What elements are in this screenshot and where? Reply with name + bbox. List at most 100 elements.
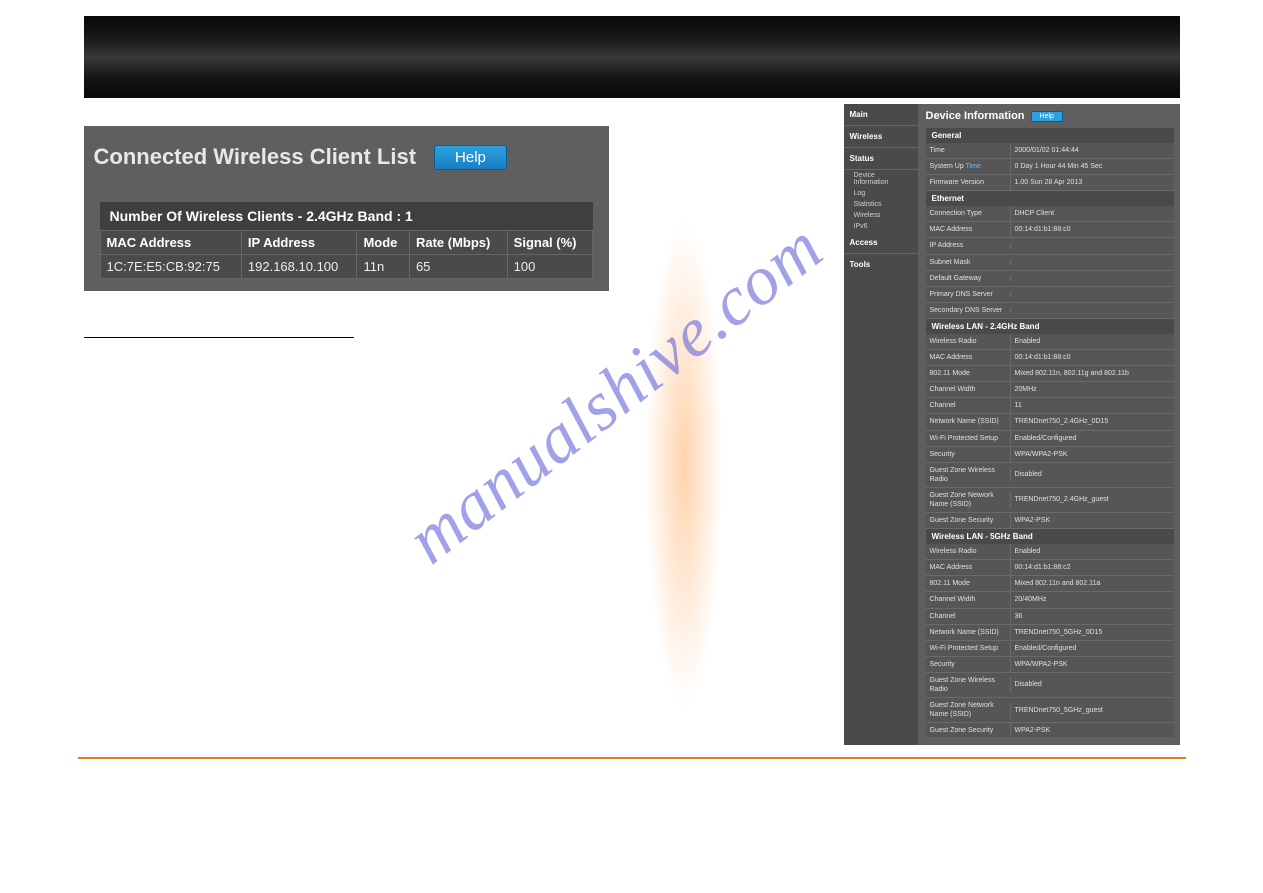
info-value: 00:14:d1:b1:88:c0 [1010,222,1174,237]
info-value: TRENDnet750_2.4GHz_0D15 [1010,414,1174,429]
info-label: Wireless Radio [926,334,1010,349]
info-value: WPA/WPA2-PSK [1010,657,1174,672]
cell-ip: 192.168.10.100 [241,255,357,279]
info-label: Secondary DNS Server [926,303,1010,318]
info-label: Wi-Fi Protected Setup [926,431,1010,446]
left-column: Connected Wireless Client List Help Numb… [84,126,609,338]
info-label: Security [926,447,1010,462]
sidebar-subitem[interactable]: Statistics [844,199,918,210]
sidebar-item-tools[interactable]: Tools [844,254,918,275]
info-label: Guest Zone Network Name (SSID) [926,698,1010,722]
info-value: 2000/01/02 01:44:44 [1010,143,1174,158]
info-row: Subnet Mask [926,255,1174,271]
info-value [1010,243,1174,249]
sidebar-subitem[interactable]: IPv6 [844,221,918,232]
info-row: Time2000/01/02 01:44:44 [926,143,1174,159]
info-label: Channel [926,609,1010,624]
right-panel-title: Device Information [926,110,1025,122]
info-label: Channel Width [926,592,1010,607]
info-label: System Up Time [926,159,1010,174]
sidebar-item-main[interactable]: Main [844,104,918,126]
info-value: Mixed 802.11n and 802.11a [1010,576,1174,591]
info-row: Channel36 [926,609,1174,625]
info-label: Wi-Fi Protected Setup [926,641,1010,656]
info-row: Primary DNS Server [926,287,1174,303]
sidebar-item-status[interactable]: Status [844,148,918,170]
info-label: MAC Address [926,560,1010,575]
footer-divider [78,757,1186,759]
sidebar-subitem[interactable]: Wireless [844,210,918,221]
info-row: Wi-Fi Protected SetupEnabled/Configured [926,431,1174,447]
info-label: Primary DNS Server [926,287,1010,302]
info-label: Subnet Mask [926,255,1010,270]
help-button[interactable]: Help [434,145,507,170]
help-button[interactable]: Help [1031,111,1063,122]
col-ip: IP Address [241,231,357,255]
info-label: MAC Address [926,350,1010,365]
info-row: 802.11 ModeMixed 802.11n and 802.11a [926,576,1174,592]
info-row: Wireless RadioEnabled [926,544,1174,560]
info-row: 802.11 ModeMixed 802.11n, 802.11g and 80… [926,366,1174,382]
info-label: Guest Zone Security [926,513,1010,528]
info-label: Guest Zone Network Name (SSID) [926,488,1010,512]
info-label: Firmware Version [926,175,1010,190]
info-value: 11 [1010,398,1174,413]
col-mode: Mode [357,231,409,255]
sidebar-nav: Main Wireless Status Device InformationL… [844,104,918,745]
info-row: Wireless RadioEnabled [926,334,1174,350]
info-row: Default Gateway [926,271,1174,287]
info-row: Wi-Fi Protected SetupEnabled/Configured [926,641,1174,657]
cell-signal: 100 [507,255,592,279]
info-value: 20/40MHz [1010,592,1174,607]
right-column: Main Wireless Status Device InformationL… [844,104,1180,745]
section-header: Ethernet [926,191,1174,206]
info-label: Security [926,657,1010,672]
info-value: WPA2-PSK [1010,513,1174,528]
cell-mode: 11n [357,255,409,279]
info-value: TRENDnet750_5GHz_guest [1010,703,1174,718]
device-info-panel: Main Wireless Status Device InformationL… [844,104,1180,745]
info-row: Guest Zone Network Name (SSID)TRENDnet75… [926,698,1174,723]
left-inner: Number Of Wireless Clients - 2.4GHz Band… [84,184,609,279]
sidebar-item-wireless[interactable]: Wireless [844,126,918,148]
right-title-row: Device Information Help [926,110,1174,122]
header-banner [84,16,1180,98]
band-header: Number Of Wireless Clients - 2.4GHz Band… [100,202,593,230]
label-link[interactable]: Time [966,163,981,170]
center-glow [624,104,744,824]
info-value: 0 Day 1 Hour 44 Min 45 Sec [1010,159,1174,174]
info-row: SecurityWPA/WPA2-PSK [926,657,1174,673]
info-value: Mixed 802.11n, 802.11g and 802.11b [1010,366,1174,381]
col-mac: MAC Address [100,231,241,255]
info-label: Guest Zone Security [926,723,1010,738]
device-info-main: Device Information Help GeneralTime2000/… [918,104,1180,745]
info-value: TRENDnet750_5GHz_0D15 [1010,625,1174,640]
info-value: 36 [1010,609,1174,624]
info-row: MAC Address00:14:d1:b1:88:c0 [926,350,1174,366]
info-value [1010,307,1174,313]
info-value: WPA/WPA2-PSK [1010,447,1174,462]
info-value: Disabled [1010,677,1174,692]
info-value [1010,291,1174,297]
info-value: DHCP Client [1010,206,1174,221]
info-value: 1.00 Sun 28 Apr 2013 [1010,175,1174,190]
divider-line [84,337,354,338]
info-label: Network Name (SSID) [926,625,1010,640]
sidebar-item-access[interactable]: Access [844,232,918,254]
sidebar-subitem[interactable]: Device Information [844,170,918,188]
info-value [1010,275,1174,281]
info-row: Guest Zone Wireless RadioDisabled [926,463,1174,488]
info-row: Secondary DNS Server [926,303,1174,319]
info-value: 00:14:d1:b1:88:c2 [1010,560,1174,575]
info-label: Connection Type [926,206,1010,221]
info-value [1010,259,1174,265]
info-row: MAC Address00:14:d1:b1:88:c0 [926,222,1174,238]
sidebar-subitem[interactable]: Log [844,188,918,199]
info-row: Channel Width20MHz [926,382,1174,398]
content-row: manualshive.com Connected Wireless Clien… [84,104,1180,745]
info-row: Firmware Version1.00 Sun 28 Apr 2013 [926,175,1174,191]
col-rate: Rate (Mbps) [409,231,507,255]
info-label: MAC Address [926,222,1010,237]
info-label: Guest Zone Wireless Radio [926,463,1010,487]
info-value: Enabled/Configured [1010,431,1174,446]
